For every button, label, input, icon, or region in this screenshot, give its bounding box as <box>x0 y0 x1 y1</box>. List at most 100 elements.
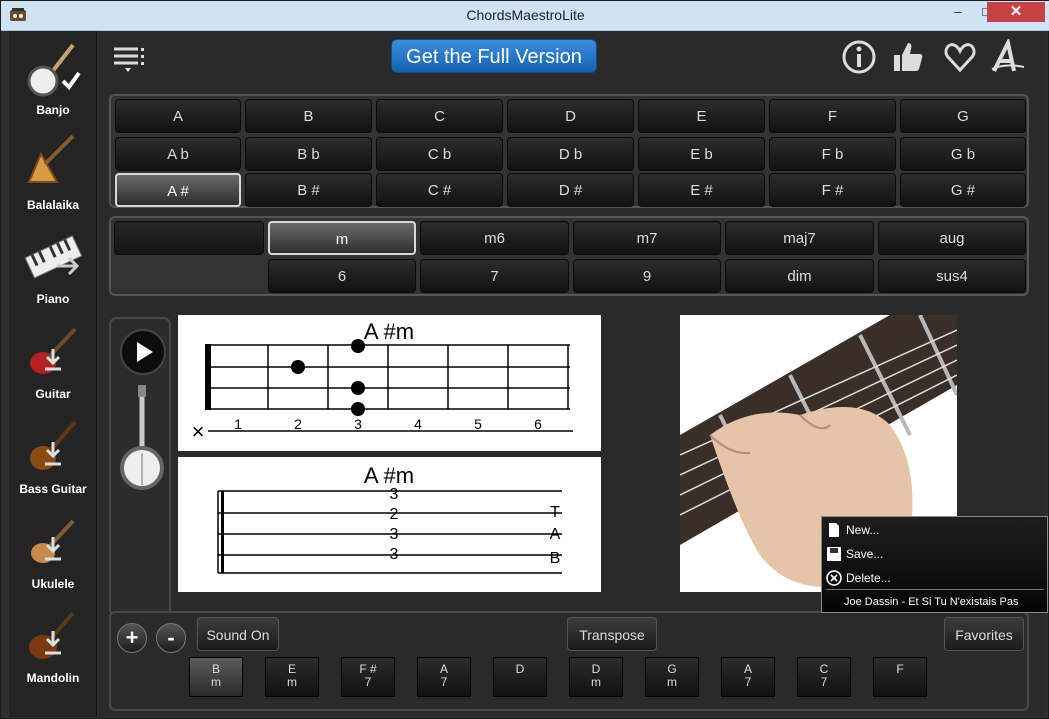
sidebar-item-ukulele[interactable]: Ukulele <box>9 505 97 597</box>
key-button-selected[interactable]: A # <box>115 173 241 207</box>
chord-quality: m <box>211 675 221 689</box>
key-button[interactable]: B <box>245 99 372 133</box>
chord-type-button[interactable]: m7 <box>573 221 721 255</box>
chord-quality: m <box>591 675 601 689</box>
key-button[interactable]: B # <box>245 173 372 207</box>
sidebar-item-label: Mandolin <box>26 671 80 685</box>
get-full-version-button[interactable]: Get the Full Version <box>391 39 597 73</box>
chord-type-button[interactable]: 7 <box>420 259 569 293</box>
key-button[interactable]: F b <box>769 137 896 171</box>
progression-chord[interactable]: F <box>873 657 927 697</box>
transpose-button[interactable]: Transpose <box>567 617 657 651</box>
chord-type-button[interactable]: 6 <box>268 259 416 293</box>
key-button[interactable]: D b <box>507 137 634 171</box>
key-button[interactable]: C # <box>376 173 503 207</box>
finger-dot <box>291 360 305 374</box>
fret-number: 2 <box>294 416 302 432</box>
key-button[interactable]: E <box>638 99 765 133</box>
thumbs-up-icon[interactable] <box>890 39 926 75</box>
chord-type-button[interactable] <box>114 221 264 255</box>
progression-chord[interactable]: A7 <box>721 657 775 697</box>
instrument-preview-panel <box>109 317 171 617</box>
instrument-sidebar: Banjo Balalaika Piano Guitar Bass Guitar… <box>9 31 97 717</box>
sidebar-item-bass-guitar[interactable]: Bass Guitar <box>9 410 97 502</box>
chord-note: F <box>896 662 904 676</box>
progression-chord[interactable]: D <box>493 657 547 697</box>
sidebar-item-balalaika[interactable]: Balalaika <box>9 126 97 218</box>
main-area: Get the Full Version A B C D E F G A b B… <box>98 31 1044 717</box>
menu-item-new[interactable]: New... <box>826 520 1046 542</box>
key-button[interactable]: C b <box>376 137 503 171</box>
key-button[interactable]: D <box>507 99 634 133</box>
sound-toggle-button[interactable]: Sound On <box>197 617 279 651</box>
sidebar-item-banjo[interactable]: Banjo <box>9 31 97 123</box>
add-chord-button[interactable]: + <box>117 623 147 653</box>
banjo-image <box>120 385 164 490</box>
key-button[interactable]: G <box>900 99 1026 133</box>
key-button[interactable]: F # <box>769 173 896 207</box>
progression-chord[interactable]: Gm <box>645 657 699 697</box>
chord-type-button[interactable]: 9 <box>573 259 721 293</box>
chord-type-button[interactable]: dim <box>725 259 874 293</box>
fret-number: 6 <box>534 416 542 432</box>
chord-quality: 7 <box>440 675 448 689</box>
favorites-button[interactable]: Favorites <box>944 617 1024 651</box>
info-icon[interactable] <box>841 39 877 75</box>
sidebar-item-label: Banjo <box>36 103 70 117</box>
context-menu: New... Save... Delete... Joe Dassin - Et… <box>821 516 1048 613</box>
menu-separator <box>826 589 1044 590</box>
play-icon <box>137 342 153 362</box>
tab-number: 3 <box>390 546 399 563</box>
menu-item-delete[interactable]: Delete... <box>826 568 1046 590</box>
heart-icon[interactable] <box>942 39 978 75</box>
key-button[interactable]: F <box>769 99 896 133</box>
progression-chord[interactable]: C7 <box>797 657 851 697</box>
progression-chord-selected[interactable]: Bm <box>189 657 243 697</box>
progression-chord[interactable]: F #7 <box>341 657 395 697</box>
tab-number: 3 <box>390 526 399 543</box>
chord-type-button[interactable]: sus4 <box>878 259 1026 293</box>
menu-icon[interactable] <box>112 45 146 73</box>
chord-type-button[interactable]: aug <box>878 221 1026 255</box>
bass-guitar-icon <box>30 420 77 470</box>
key-button[interactable]: E # <box>638 173 765 207</box>
mandolin-icon <box>29 611 75 659</box>
key-button[interactable]: B b <box>245 137 372 171</box>
sidebar-item-label: Ukulele <box>31 577 75 591</box>
fret-number: 3 <box>354 416 362 432</box>
ukulele-icon <box>31 519 75 563</box>
key-button[interactable]: A b <box>115 137 241 171</box>
sidebar-item-label: Bass Guitar <box>19 482 87 496</box>
sidebar-item-piano[interactable]: Piano <box>9 220 97 312</box>
menu-item-song[interactable]: Joe Dassin - Et Si Tu N'existais Pas <box>844 596 1019 608</box>
chord-name: A #m <box>364 463 414 488</box>
balalaika-icon <box>27 134 75 183</box>
tab-letter: A <box>550 526 561 543</box>
tab-number: 3 <box>390 486 399 503</box>
minimize-button[interactable]: – <box>943 2 973 22</box>
progression-chord[interactable]: Em <box>265 657 319 697</box>
title-bar: ChordsMaestroLite – □ ✕ <box>1 1 1049 31</box>
key-button[interactable]: A <box>115 99 241 133</box>
progression-chord[interactable]: A7 <box>417 657 471 697</box>
sidebar-item-mandolin[interactable]: Mandolin <box>9 599 97 691</box>
menu-item-save[interactable]: Save... <box>826 544 1046 566</box>
key-button[interactable]: C <box>376 99 503 133</box>
muted-string-mark: × <box>192 419 205 444</box>
font-size-icon[interactable] <box>990 39 1026 75</box>
guitar-icon <box>30 327 77 374</box>
chord-type-panel: m m6 m7 maj7 aug 6 7 9 dim sus4 <box>109 216 1029 296</box>
key-button[interactable]: G b <box>900 137 1026 171</box>
progression-chord[interactable]: Dm <box>569 657 623 697</box>
chord-type-button[interactable]: maj7 <box>725 221 874 255</box>
chord-diagram: A #m × 1 2 3 4 5 6 <box>178 315 601 451</box>
key-button[interactable]: D # <box>507 173 634 207</box>
sidebar-item-guitar[interactable]: Guitar <box>9 315 97 407</box>
chord-type-button[interactable]: m6 <box>420 221 569 255</box>
key-button[interactable]: E b <box>638 137 765 171</box>
key-button[interactable]: G # <box>900 173 1026 207</box>
play-button[interactable] <box>120 329 166 375</box>
chord-type-button-selected[interactable]: m <box>268 221 416 255</box>
remove-chord-button[interactable]: - <box>156 623 186 653</box>
close-button[interactable]: ✕ <box>987 2 1045 22</box>
